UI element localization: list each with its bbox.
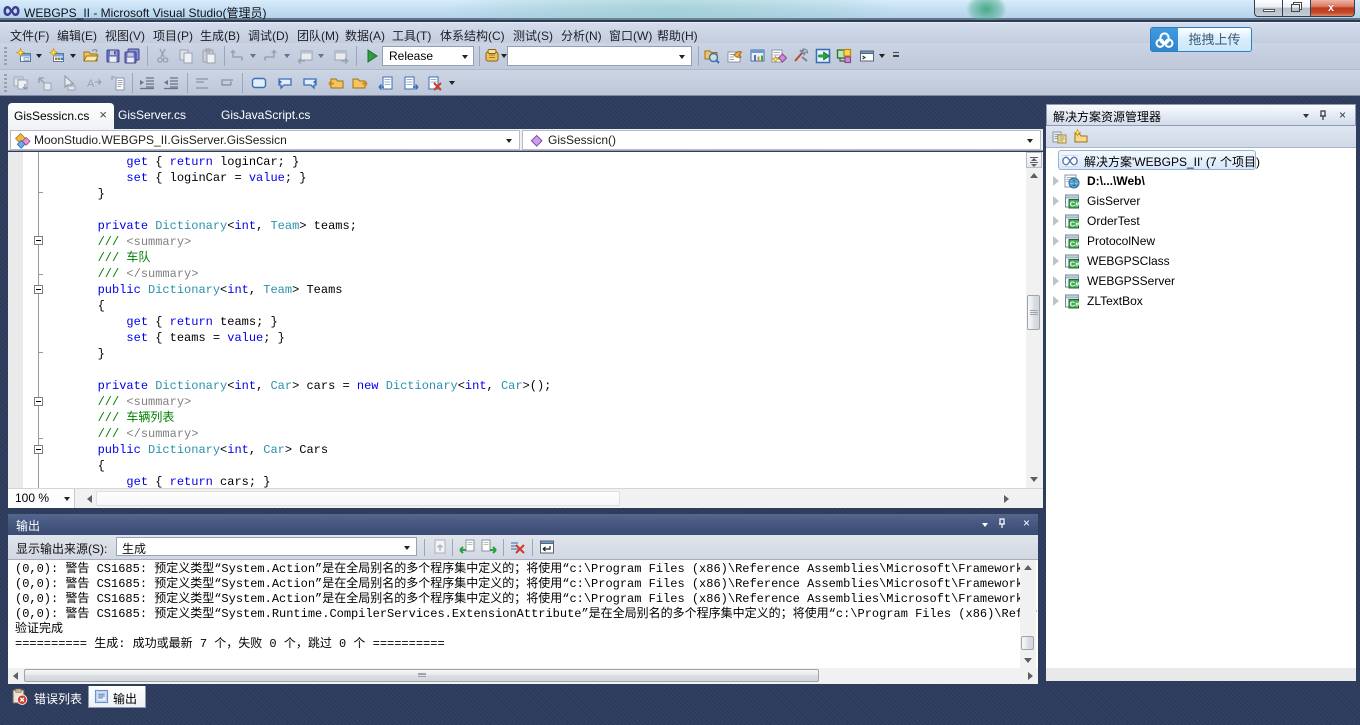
svg-text:C#: C# [1070, 259, 1080, 268]
svg-text:C#: C# [1070, 239, 1080, 248]
svg-text:C#: C# [1070, 279, 1080, 288]
svg-text:C#: C# [1070, 199, 1080, 208]
svg-text:C#: C# [1070, 219, 1080, 228]
svg-text:C#: C# [1070, 299, 1080, 308]
svg-text:A: A [87, 78, 95, 90]
